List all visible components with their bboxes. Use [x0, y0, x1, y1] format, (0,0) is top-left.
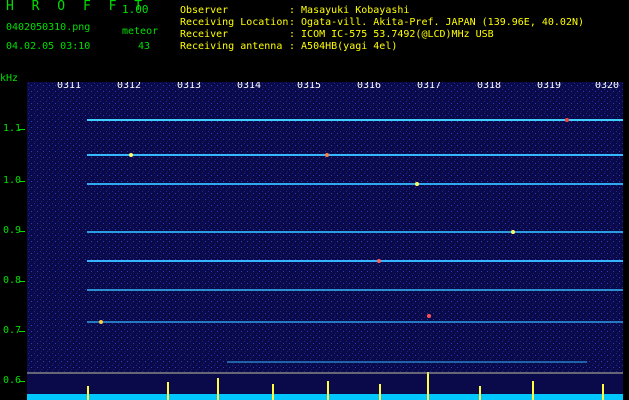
freq-tick: [19, 331, 25, 332]
spectrogram-display: 0311 0312 0313 0314 0315 0316 0317 0318 …: [27, 82, 623, 372]
file-name: 0402050310.png: [6, 22, 91, 33]
info-value-observer: : Masayuki Kobayashi: [289, 5, 410, 16]
app-version: 1.00: [122, 3, 149, 16]
freq-tick: [19, 231, 25, 232]
info-value-receiver: : ICOM IC-575 53.7492(@LCD)MHz USB: [289, 29, 494, 40]
time-label-0312: 0312: [117, 82, 142, 91]
info-key-observer: Observer: [180, 5, 229, 16]
info-key-receiver: Receiver: [180, 29, 229, 40]
time-label-0319: 0319: [537, 82, 562, 91]
time-label-0316: 0316: [357, 82, 382, 91]
freq-tick: [19, 381, 25, 382]
time-label-0311: 0311: [57, 82, 82, 91]
time-label-0314: 0314: [237, 82, 262, 91]
info-key-antenna: Receiving antenna: [180, 41, 283, 52]
info-key-location: Receiving Location: [180, 17, 289, 28]
freq-tick: [19, 281, 25, 282]
info-value-antenna: : A504HB(yagi 4el): [289, 41, 398, 52]
time-label-0313: 0313: [177, 82, 202, 91]
time-label-0318: 0318: [477, 82, 502, 91]
info-value-location: : Ogata-vill. Akita-Pref. JAPAN (139.96E…: [289, 17, 585, 28]
freq-tick: [19, 129, 25, 130]
time-label-0315: 0315: [297, 82, 322, 91]
axis-unit-label: kHz: [0, 73, 19, 84]
signal-strength-strip: [27, 372, 623, 400]
meteor-label: meteor: [122, 26, 159, 37]
freq-tick: [19, 181, 25, 182]
meteor-count: 43: [138, 41, 151, 52]
spectrogram-canvas: [27, 82, 623, 372]
header-panel: H R O F F T 1.00 0402050310.png meteor 0…: [0, 0, 629, 72]
file-datetime: 04.02.05 03:10: [6, 41, 91, 52]
time-label-0317: 0317: [417, 82, 442, 91]
signal-strength-canvas: [27, 372, 623, 400]
time-label-0320: 0320: [595, 82, 620, 91]
